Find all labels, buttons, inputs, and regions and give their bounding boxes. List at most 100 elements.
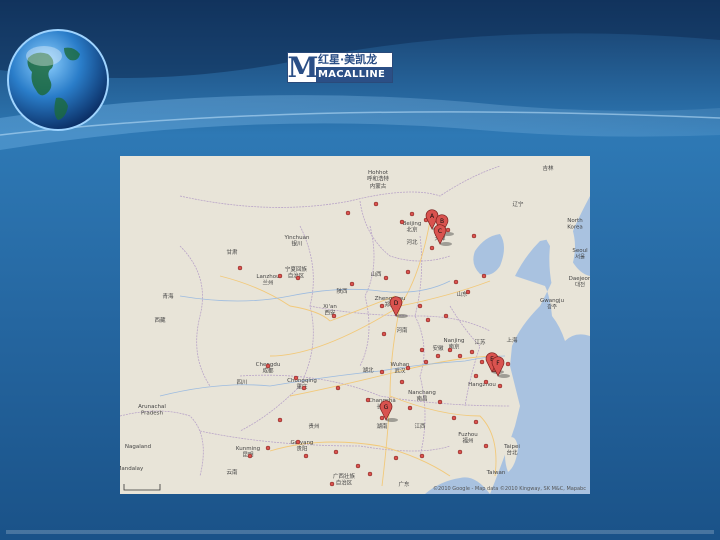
city-dot: [417, 303, 423, 309]
city-dot: [349, 281, 355, 287]
city-dot: [405, 365, 411, 371]
map-label-north-korea: North Korea: [567, 218, 583, 231]
city-dot: [393, 455, 399, 461]
city-dot: [451, 415, 457, 421]
city-dot: [473, 419, 479, 425]
store-pin-letter: D: [394, 300, 399, 307]
map-label-gansu: 甘肃: [226, 248, 238, 256]
city-dot: [379, 369, 385, 375]
city-dot: [333, 449, 339, 455]
city-dot: [301, 385, 307, 391]
city-dot: [277, 417, 283, 423]
city-dot: [345, 210, 351, 216]
city-dot: [295, 439, 301, 445]
city-dot: [429, 245, 435, 251]
city-dot: [457, 353, 463, 359]
logo-english-name: MACALLINE: [316, 67, 392, 82]
city-dot: [505, 361, 511, 367]
city-dot: [407, 405, 413, 411]
city-dot: [423, 359, 429, 365]
city-dot: [457, 449, 463, 455]
city-dot: [473, 373, 479, 379]
city-dot: [247, 453, 253, 459]
globe-icon: [7, 29, 109, 131]
map-label-arunachal: Arunachal Pradesh: [138, 404, 166, 417]
city-dot: [419, 453, 425, 459]
city-dot: [453, 279, 459, 285]
city-dot: [373, 201, 379, 207]
map-label-shanghai: 上海: [506, 336, 518, 344]
city-dot: [303, 453, 309, 459]
map-label-henan: 河南: [396, 326, 408, 334]
logo-mark: M: [287, 51, 319, 84]
city-dot: [483, 443, 489, 449]
city-dot: [331, 313, 337, 319]
map-label-liaoning: 辽宁: [512, 200, 524, 208]
city-dot: [379, 415, 385, 421]
city-dot: [465, 289, 471, 295]
city-dot: [443, 313, 449, 319]
map-label-nagaland: Nagaland: [125, 444, 151, 450]
map-label-guizhou: 贵州: [308, 422, 319, 430]
city-dot: [381, 331, 387, 337]
city-dot: [379, 303, 385, 309]
city-dot: [435, 353, 441, 359]
map-label-mandalay: Mandalay: [120, 466, 144, 472]
map-label-qinghai: 青海: [162, 292, 174, 300]
store-pin-letter: F: [496, 360, 500, 367]
city-dot: [265, 363, 271, 369]
city-dot: [425, 317, 431, 323]
map-label-taiwan: Taiwan: [486, 470, 506, 476]
map-label-guangxi: 广西壮族自治区: [333, 472, 356, 487]
map-label-hubei: 湖北: [362, 366, 374, 374]
map-label-yunnan: 云南: [226, 468, 238, 476]
map-label-shaanxi: 陕西: [336, 287, 348, 295]
map-label-shanxi: 山西: [370, 270, 382, 278]
city-dot: [293, 375, 299, 381]
map-label-jiangxi: 江西: [414, 423, 426, 430]
city-dot: [419, 347, 425, 353]
city-dot: [399, 379, 405, 385]
china-store-map[interactable]: Hohhot呼和浩特内蒙古吉林辽宁Beijing北京天津河北NorthKorea…: [120, 156, 590, 494]
city-dot: [383, 275, 389, 281]
city-dot: [399, 219, 405, 225]
map-label-hunan: 湖南: [376, 422, 388, 430]
city-dot: [481, 273, 487, 279]
city-dot: [497, 383, 503, 389]
city-dot: [335, 385, 341, 391]
city-dot: [445, 227, 451, 233]
city-dot: [367, 471, 373, 477]
city-dot: [329, 481, 335, 487]
city-dot: [265, 445, 271, 451]
map-label-jilin: 吉林: [542, 164, 554, 172]
map-label-sichuan: 四川: [236, 379, 247, 386]
city-dot: [483, 379, 489, 385]
city-dot: [277, 273, 283, 279]
city-dot: [471, 233, 477, 239]
city-dot: [437, 399, 443, 405]
city-dot: [365, 397, 371, 403]
city-dot: [469, 349, 475, 355]
city-dot: [447, 347, 453, 353]
logo-chinese-name: 红星·美凯龙: [318, 53, 378, 66]
map-label-jiangsu: 江苏: [474, 338, 486, 346]
map-canvas[interactable]: Hohhot呼和浩特内蒙古吉林辽宁Beijing北京天津河北NorthKorea…: [120, 156, 590, 494]
city-dot: [295, 275, 301, 281]
map-label-anhui: 安徽: [432, 344, 444, 352]
map-label-neimenggu: 内蒙古: [370, 182, 387, 190]
city-dot: [409, 211, 415, 217]
map-label-hangzhou: Hangzhou: [468, 382, 496, 388]
map-label-guangdong: 广东: [398, 480, 410, 488]
macalline-logo: M 红星·美凯龙 MACALLINE: [287, 52, 393, 83]
city-dot: [479, 359, 485, 365]
city-dot: [237, 265, 243, 271]
store-pin-letter: G: [384, 404, 389, 411]
map-label-xizang: 西藏: [154, 316, 166, 324]
store-pin-letter: C: [438, 228, 442, 235]
map-label-hebei: 河北: [406, 238, 418, 246]
city-dot: [355, 463, 361, 469]
store-pin-letter: B: [440, 218, 444, 225]
city-dot: [405, 269, 411, 275]
map-label-huhhot: Hohhot 呼和浩特: [367, 170, 390, 183]
map-attribution: ©2010 Google - Map data ©2010 Kingway, S…: [432, 486, 586, 492]
